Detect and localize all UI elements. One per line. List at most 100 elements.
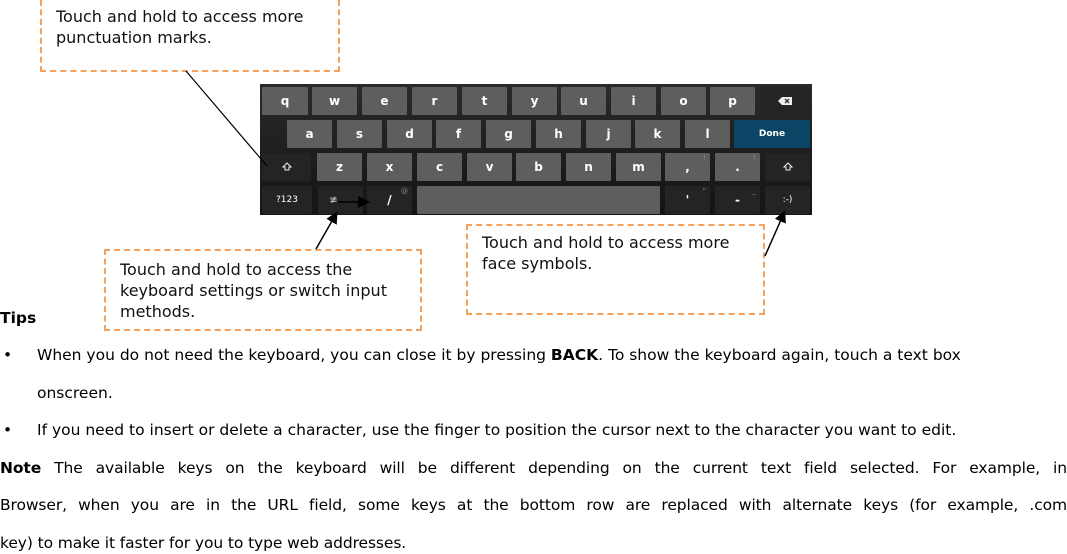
key-dash[interactable]: - _ — [715, 186, 760, 214]
key-b[interactable]: b — [516, 153, 561, 181]
tip-item-1-cont: onscreen. — [37, 384, 113, 402]
key-r[interactable]: r — [412, 87, 457, 115]
key-a[interactable]: a — [287, 120, 332, 148]
key-label: y — [530, 94, 539, 108]
key-l[interactable]: l — [685, 120, 730, 148]
text-run: . To show the keyboard again, touch a te… — [598, 346, 961, 364]
key-label: k — [653, 127, 662, 141]
key-label: h — [554, 127, 563, 141]
key-label: o — [679, 94, 688, 108]
key-period[interactable]: .? — [715, 153, 760, 181]
key-w[interactable]: w — [312, 87, 357, 115]
callout-punctuation: Touch and hold to access more punctuatio… — [40, 0, 340, 72]
key-h[interactable]: h — [536, 120, 581, 148]
callout-settings-text: Touch and hold to access the keyboard se… — [120, 260, 387, 321]
key-k[interactable]: k — [635, 120, 680, 148]
shift-icon — [281, 162, 292, 171]
key-label: p — [728, 94, 737, 108]
pointer-arrow-settings — [315, 211, 338, 250]
key-label: j — [606, 127, 611, 141]
key-label: z — [336, 160, 343, 174]
key-label: c — [435, 160, 444, 174]
tip-item-1-text: When you do not need the keyboard, you c… — [37, 346, 961, 364]
key-slash[interactable]: / @ — [367, 186, 412, 214]
callout-face: Touch and hold to access more face symbo… — [466, 224, 765, 315]
key-label: b — [534, 160, 543, 174]
key-label: ?123 — [276, 195, 298, 205]
key-label: n — [584, 160, 593, 174]
pointer-arrow-face — [764, 210, 786, 257]
key-m[interactable]: m — [616, 153, 661, 181]
key-smiley[interactable]: :-) — [765, 186, 810, 214]
key-s[interactable]: s — [337, 120, 382, 148]
note-line-2: Browser, when you are in the URL field, … — [0, 496, 1067, 514]
tips-heading: Tips — [0, 309, 37, 327]
key-u[interactable]: u — [561, 87, 606, 115]
key-label: / — [387, 193, 392, 207]
note-label: Note — [0, 459, 42, 477]
key-symbols[interactable]: ?123 — [262, 186, 312, 214]
key-label: - — [735, 193, 740, 207]
key-backspace[interactable] — [760, 87, 810, 115]
key-label: s — [355, 127, 364, 141]
callout-face-text: Touch and hold to access more face symbo… — [482, 233, 730, 273]
pointer-line-punctuation — [185, 70, 268, 167]
key-label: m — [632, 160, 645, 174]
key-label: g — [504, 127, 513, 141]
onscreen-keyboard: q w e r t y u i o p a s d f g h j k l Do… — [260, 84, 812, 215]
back-key-name: BACK — [550, 346, 599, 364]
key-t[interactable]: t — [462, 87, 507, 115]
key-label: u — [579, 94, 588, 108]
bullet: • — [3, 346, 13, 364]
key-label: w — [328, 94, 341, 108]
key-q[interactable]: q — [262, 87, 308, 115]
settings-icon: ≢ — [329, 194, 338, 206]
key-label: t — [481, 94, 488, 108]
key-alt-label: ? — [752, 154, 756, 162]
key-label: a — [305, 127, 314, 141]
key-i[interactable]: i — [611, 87, 656, 115]
shift-icon — [782, 162, 793, 171]
key-f[interactable]: f — [436, 120, 481, 148]
backspace-icon — [778, 97, 792, 105]
key-o[interactable]: o — [661, 87, 706, 115]
key-space[interactable] — [417, 186, 660, 214]
key-label: . — [735, 160, 740, 174]
text-run: When you do not need the keyboard, you c… — [37, 346, 551, 364]
key-alt-label: ! — [703, 154, 706, 162]
key-comma[interactable]: ,! — [665, 153, 710, 181]
bullet: • — [3, 421, 13, 439]
note-line-1: Note The available keys on the keyboard … — [0, 459, 1067, 477]
key-j[interactable]: j — [586, 120, 631, 148]
key-label: d — [405, 127, 414, 141]
key-label: Done — [758, 129, 786, 139]
key-n[interactable]: n — [566, 153, 611, 181]
key-label: f — [455, 127, 462, 141]
key-d[interactable]: d — [387, 120, 432, 148]
key-label: :-) — [782, 195, 793, 205]
key-done[interactable]: Done — [734, 120, 810, 148]
key-label: v — [485, 160, 494, 174]
text-run: The available keys on the keyboard will … — [41, 459, 1067, 477]
key-label: q — [280, 94, 290, 108]
key-shift-left[interactable] — [262, 153, 311, 181]
callout-settings: Touch and hold to access the keyboard se… — [104, 249, 422, 331]
key-y[interactable]: y — [512, 87, 557, 115]
key-label: l — [705, 127, 710, 141]
key-apostrophe[interactable]: ' " — [665, 186, 710, 214]
key-c[interactable]: c — [417, 153, 462, 181]
key-z[interactable]: z — [317, 153, 362, 181]
note-line-3: key) to make it faster for you to type w… — [0, 534, 407, 552]
key-label: , — [685, 160, 690, 174]
key-x[interactable]: x — [367, 153, 412, 181]
key-settings[interactable]: ≢ — [318, 186, 363, 214]
key-shift-right[interactable] — [765, 153, 810, 181]
key-e[interactable]: e — [362, 87, 407, 115]
key-p[interactable]: p — [710, 87, 755, 115]
tip-item-2-text: If you need to insert or delete a charac… — [37, 421, 957, 439]
key-label: e — [380, 94, 389, 108]
key-g[interactable]: g — [486, 120, 531, 148]
key-v[interactable]: v — [467, 153, 512, 181]
key-label: x — [385, 160, 394, 174]
callout-punctuation-text: Touch and hold to access more punctuatio… — [56, 7, 304, 47]
